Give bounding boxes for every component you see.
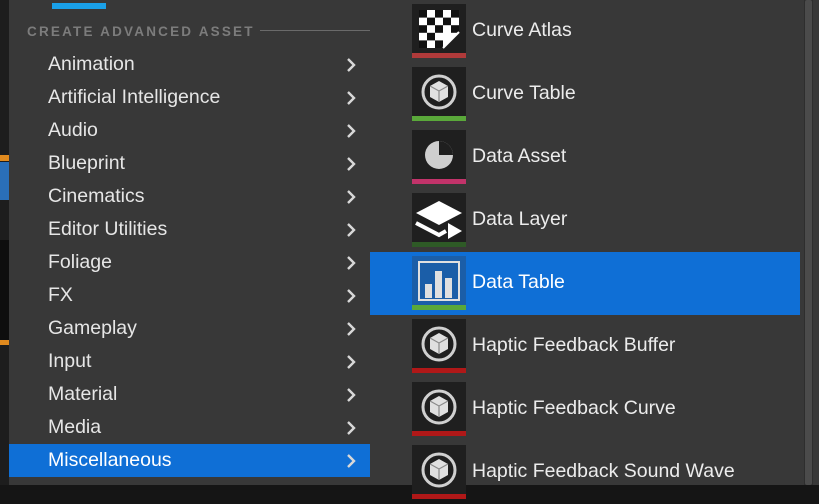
- chevron-right-icon: [347, 421, 356, 435]
- asset-type-color-bar: [412, 305, 466, 310]
- asset-item[interactable]: Curve Atlas: [370, 0, 800, 63]
- section-title: CREATE ADVANCED ASSET: [27, 23, 255, 39]
- category-label: Miscellaneous: [48, 449, 172, 471]
- asset-thumbnail: [412, 67, 466, 121]
- chevron-right-icon: [347, 58, 356, 72]
- section-header: CREATE ADVANCED ASSET: [27, 22, 380, 40]
- category-item[interactable]: Input: [9, 345, 370, 378]
- chevron-right-icon: [347, 289, 356, 303]
- asset-type-color-bar: [412, 53, 466, 58]
- asset-label: Haptic Feedback Buffer: [472, 334, 676, 356]
- category-item[interactable]: Media: [9, 411, 370, 444]
- asset-item[interactable]: Data Table: [370, 252, 800, 315]
- asset-item[interactable]: Data Layer: [370, 189, 800, 252]
- asset-label: Data Layer: [472, 208, 568, 230]
- category-item[interactable]: Gameplay: [9, 312, 370, 345]
- asset-label: Data Table: [472, 271, 565, 293]
- asset-item[interactable]: Haptic Feedback Sound Wave: [370, 441, 800, 504]
- category-list: Animation Artificial Intelligence Audio Blu…: [9, 48, 370, 477]
- asset-thumbnail: [412, 4, 466, 58]
- category-label: Artificial Intelligence: [48, 86, 221, 108]
- asset-label: Haptic Feedback Sound Wave: [472, 460, 735, 482]
- category-label: Input: [48, 350, 92, 372]
- chevron-right-icon: [347, 454, 356, 468]
- top-accent-bar: [52, 3, 106, 9]
- miscellaneous-submenu: Curve Atlas Curve Table Data Asset Data …: [370, 0, 819, 499]
- chevron-right-icon: [347, 91, 356, 105]
- category-item[interactable]: Artificial Intelligence: [9, 81, 370, 114]
- chevron-right-icon: [347, 190, 356, 204]
- category-item[interactable]: Cinematics: [9, 180, 370, 213]
- asset-label: Curve Atlas: [472, 19, 572, 41]
- asset-thumbnail: [412, 382, 466, 436]
- asset-type-color-bar: [412, 242, 466, 247]
- asset-label: Data Asset: [472, 145, 567, 167]
- category-item[interactable]: Blueprint: [9, 147, 370, 180]
- chevron-right-icon: [347, 256, 356, 270]
- category-item[interactable]: Audio: [9, 114, 370, 147]
- category-label: Material: [48, 383, 118, 405]
- category-label: Foliage: [48, 251, 112, 273]
- background-panel-dark: [0, 240, 9, 340]
- category-item[interactable]: FX: [9, 279, 370, 312]
- asset-thumbnail: [412, 193, 466, 247]
- asset-item[interactable]: Data Asset: [370, 126, 800, 189]
- category-label: Gameplay: [48, 317, 137, 339]
- category-label: Cinematics: [48, 185, 145, 207]
- chevron-right-icon: [347, 157, 356, 171]
- create-advanced-asset-menu: CREATE ADVANCED ASSET Animation Artificia…: [9, 0, 380, 485]
- category-item[interactable]: Foliage: [9, 246, 370, 279]
- asset-type-color-bar: [412, 368, 466, 373]
- asset-type-color-bar: [412, 431, 466, 436]
- category-item[interactable]: Animation: [9, 48, 370, 81]
- category-label: Editor Utilities: [48, 218, 168, 240]
- asset-item[interactable]: Haptic Feedback Curve: [370, 378, 800, 441]
- category-item[interactable]: Material: [9, 378, 370, 411]
- asset-type-color-bar: [412, 179, 466, 184]
- asset-thumbnail: [412, 130, 466, 184]
- category-label: Animation: [48, 53, 135, 75]
- background-accent: [0, 155, 9, 161]
- chevron-right-icon: [347, 322, 356, 336]
- background-accent: [0, 340, 9, 345]
- category-label: Media: [48, 416, 102, 438]
- asset-type-color-bar: [412, 116, 466, 121]
- background-panel: [0, 162, 9, 200]
- asset-item[interactable]: Curve Table: [370, 63, 800, 126]
- asset-label: Haptic Feedback Curve: [472, 397, 676, 419]
- scrollbar-thumb[interactable]: [805, 0, 812, 485]
- asset-thumbnail: [412, 319, 466, 373]
- chevron-right-icon: [347, 124, 356, 138]
- category-item[interactable]: Editor Utilities: [9, 213, 370, 246]
- chevron-right-icon: [347, 223, 356, 237]
- chevron-right-icon: [347, 388, 356, 402]
- category-label: Audio: [48, 119, 98, 141]
- asset-thumbnail: [412, 256, 466, 310]
- asset-type-color-bar: [412, 494, 466, 499]
- category-label: Blueprint: [48, 152, 125, 174]
- asset-thumbnail: [412, 445, 466, 499]
- chevron-right-icon: [347, 355, 356, 369]
- asset-label: Curve Table: [472, 82, 576, 104]
- asset-item[interactable]: Haptic Feedback Buffer: [370, 315, 800, 378]
- section-divider: [260, 30, 380, 31]
- category-item[interactable]: Miscellaneous: [9, 444, 370, 477]
- category-label: FX: [48, 284, 73, 306]
